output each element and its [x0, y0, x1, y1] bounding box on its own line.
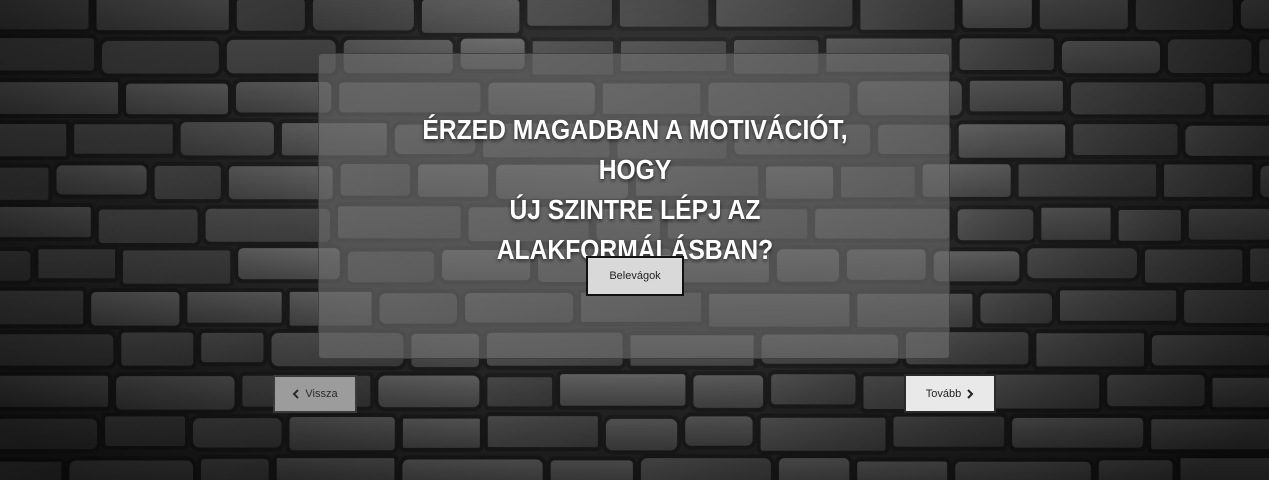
start-button-label: Belevágok — [609, 270, 661, 282]
chevron-right-icon — [967, 388, 974, 399]
question-heading: ÉRZED MAGADBAN A MOTIVÁCIÓT, HOGY ÚJ SZI… — [392, 110, 878, 270]
quiz-screen: ÉRZED MAGADBAN A MOTIVÁCIÓT, HOGY ÚJ SZI… — [0, 0, 1269, 480]
back-button[interactable]: Vissza — [273, 375, 357, 413]
start-button[interactable]: Belevágok — [586, 256, 684, 296]
question-line-2: ÚJ SZINTRE LÉPJ AZ — [509, 194, 761, 225]
back-button-label: Vissza — [305, 388, 338, 400]
question-panel: ÉRZED MAGADBAN A MOTIVÁCIÓT, HOGY ÚJ SZI… — [318, 53, 950, 359]
chevron-left-icon — [292, 389, 300, 399]
next-button[interactable]: Tovább — [904, 374, 996, 413]
question-line-1: ÉRZED MAGADBAN A MOTIVÁCIÓT, HOGY — [422, 114, 848, 185]
next-button-label: Tovább — [925, 387, 962, 400]
